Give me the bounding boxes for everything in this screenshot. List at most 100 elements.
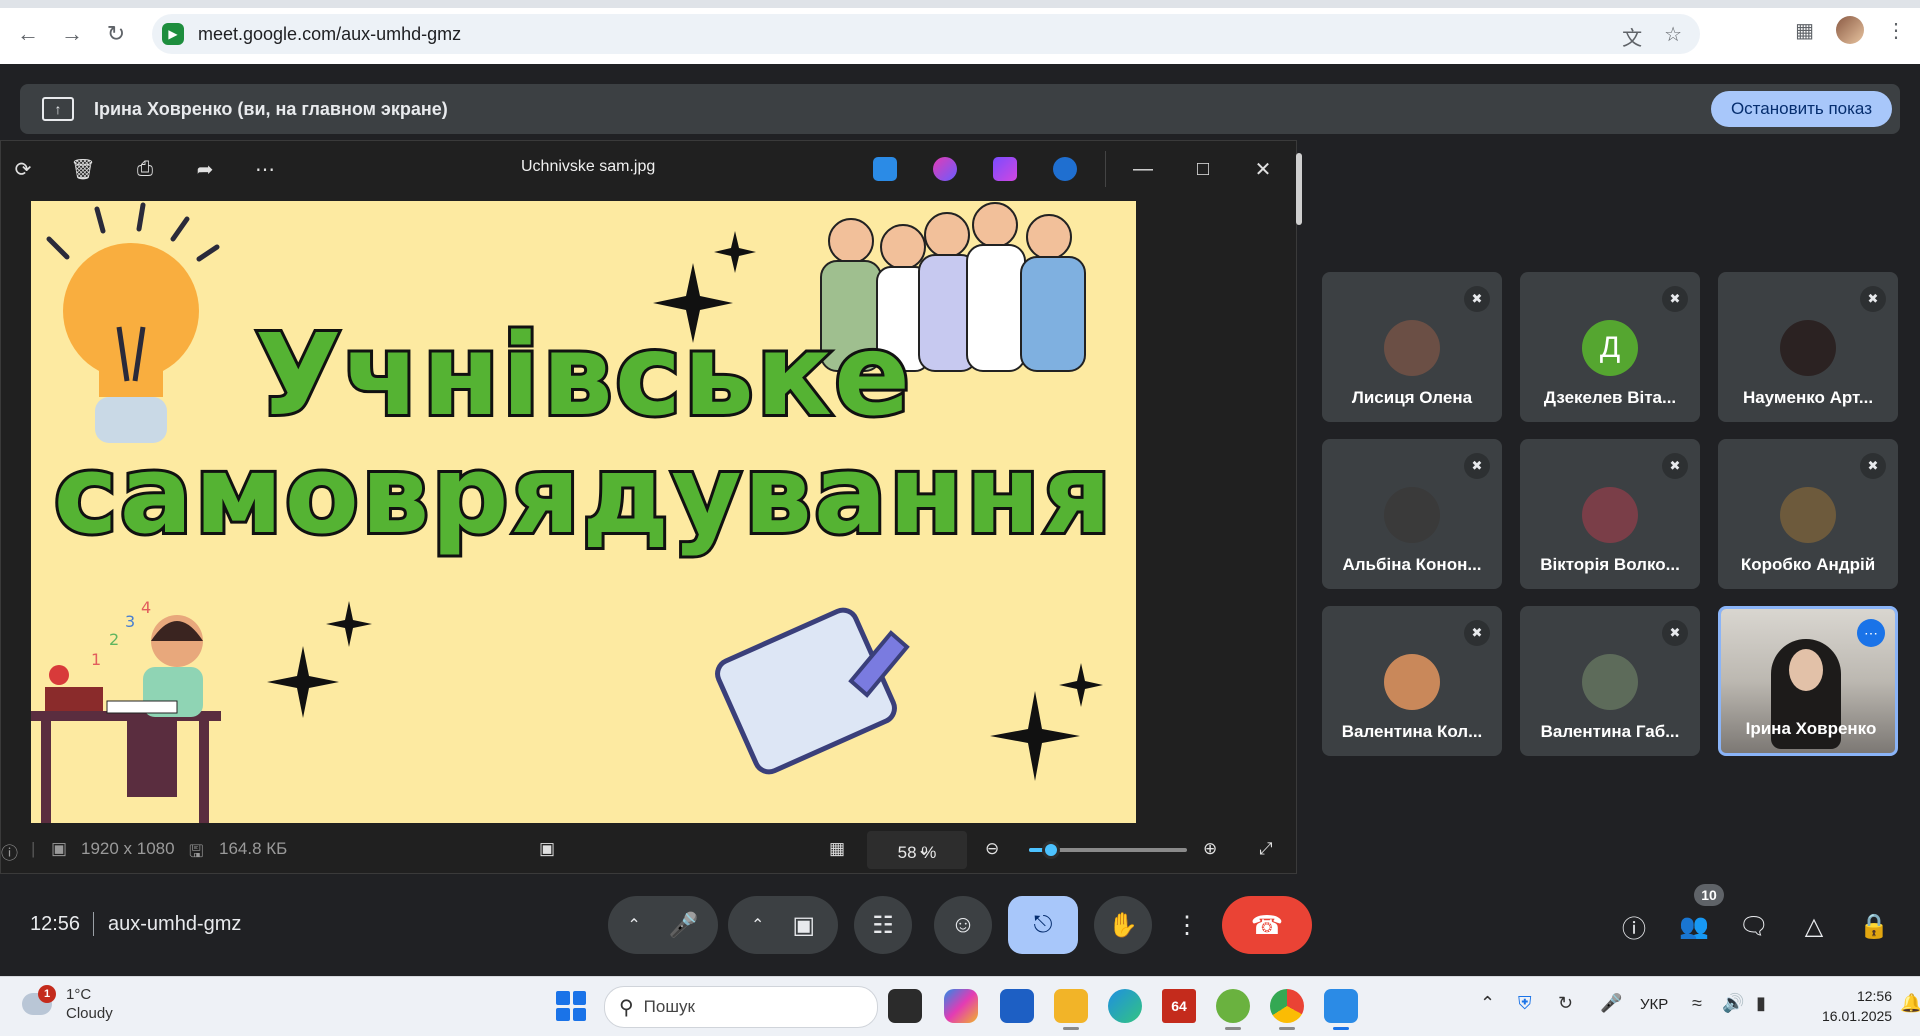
audio-options-chevron-icon[interactable]: ⌃: [627, 915, 640, 935]
url-text[interactable]: meet.google.com/aux-umhd-gmz: [198, 24, 461, 45]
bookmark-star-icon[interactable]: ☆: [1664, 22, 1682, 51]
share-icon[interactable]: ➦: [191, 155, 219, 183]
meeting-info-icon[interactable]: ⓘ: [1618, 910, 1650, 943]
print-icon[interactable]: ⎙: [131, 155, 159, 183]
chat-icon[interactable]: 🗨: [1738, 910, 1770, 942]
active-app-indicator: [1333, 1027, 1349, 1030]
clipchamp-icon[interactable]: [933, 157, 957, 181]
defender-shield-icon[interactable]: ⛨: [1518, 993, 1532, 1014]
file-explorer-icon[interactable]: [1054, 989, 1088, 1023]
zoom-out-icon[interactable]: ⊖: [985, 839, 999, 859]
presenting-text: Ірина Ховренко (ви, на главном экране): [94, 98, 448, 119]
meeting-clock: 12:56: [30, 913, 81, 935]
raise-hand-button[interactable]: ✋: [1094, 896, 1152, 954]
mic-off-icon: ✖: [1662, 453, 1688, 479]
forward-icon[interactable]: →: [54, 16, 90, 52]
input-language[interactable]: УКР: [1640, 996, 1668, 1013]
zoom-slider[interactable]: [1029, 841, 1187, 859]
zoom-in-icon[interactable]: ⊕: [1203, 839, 1217, 859]
file-size: 164.8 КБ: [219, 839, 288, 858]
taskbar-clock[interactable]: 12:56 16.01.2025: [1822, 986, 1892, 1026]
participant-tile[interactable]: ✖ Вікторія Волко...: [1520, 439, 1700, 589]
video-options-chevron-icon[interactable]: ⌃: [751, 915, 764, 935]
participant-tile[interactable]: ✖ Науменко Арт...: [1718, 272, 1898, 422]
taskbar-time: 12:56: [1856, 988, 1892, 1004]
zoom-slider-thumb[interactable]: [1042, 841, 1061, 859]
battery-icon[interactable]: ▮: [1756, 993, 1766, 1014]
toolbar-separator: [1105, 151, 1106, 187]
translate-icon[interactable]: 文: [1622, 22, 1642, 51]
microphone-tray-icon[interactable]: 🎤: [1600, 993, 1622, 1014]
site-info-icon[interactable]: ▶: [162, 23, 184, 45]
participant-name: Валентина Габ...: [1540, 722, 1680, 741]
participant-tile[interactable]: ✖ Валентина Габ...: [1520, 606, 1700, 756]
participant-tile[interactable]: ✖ Д Дзекелев Віта...: [1520, 272, 1700, 422]
participant-tile[interactable]: ✖ Лисиця Олена: [1322, 272, 1502, 422]
copilot-icon[interactable]: [944, 989, 978, 1023]
task-view-icon[interactable]: [888, 989, 922, 1023]
activities-icon[interactable]: △: [1798, 910, 1830, 942]
actual-size-icon[interactable]: ▦: [829, 839, 845, 859]
minimize-icon[interactable]: —: [1129, 155, 1157, 183]
delete-icon[interactable]: 🗑: [69, 155, 97, 183]
windows-taskbar: 1 1°C Cloudy ⚲ Пошук 64 ⌃ ⛨ ↻ 🎤 УКР ≈ 🔊 …: [0, 976, 1920, 1036]
weather-widget[interactable]: 1 1°C Cloudy: [22, 985, 113, 1023]
taskbar-search[interactable]: ⚲ Пошук: [604, 986, 878, 1028]
windows-logo-quad: [572, 991, 586, 1005]
camera-icon[interactable]: ▣: [792, 911, 815, 940]
captions-button[interactable]: ☷: [854, 896, 912, 954]
microphone-icon[interactable]: 🎤: [669, 911, 699, 940]
close-icon[interactable]: ✕: [1249, 155, 1277, 183]
wifi-icon[interactable]: ≈: [1692, 993, 1702, 1014]
stop-presenting-button[interactable]: Остановить показ: [1710, 91, 1892, 127]
participant-tile[interactable]: ✖ Альбіна Конон...: [1322, 439, 1502, 589]
utorrent-icon[interactable]: [1216, 989, 1250, 1023]
focus-select-icon[interactable]: ▣: [539, 839, 555, 859]
image-dimensions-icon: ▣: [51, 839, 68, 858]
self-video-tile[interactable]: ⋯ Ірина Ховренко: [1718, 606, 1898, 756]
viewer-scrollbar[interactable]: [1296, 153, 1302, 225]
start-button[interactable]: [556, 991, 586, 1021]
maximize-icon[interactable]: □: [1189, 155, 1217, 183]
notification-bell-icon[interactable]: 🔔: [1900, 993, 1920, 1014]
running-indicator: [1225, 1027, 1241, 1030]
zoom-dropdown[interactable]: 58 % ⌄: [867, 831, 967, 869]
info-icon[interactable]: ⓘ: [1, 839, 18, 864]
extensions-icon[interactable]: ▦: [1795, 18, 1814, 43]
emoji-button[interactable]: ☺: [934, 896, 992, 954]
participant-tile[interactable]: ✖ Валентина Кол...: [1322, 606, 1502, 756]
edge-icon[interactable]: [1108, 989, 1142, 1023]
more-options-icon[interactable]: ⋯: [1857, 619, 1885, 647]
sync-icon[interactable]: ↻: [1558, 993, 1573, 1014]
rotate-icon[interactable]: ⟳: [9, 155, 37, 183]
search-placeholder: Пошук: [643, 997, 695, 1016]
edit-app-icon[interactable]: [873, 157, 897, 181]
reload-icon[interactable]: ↻: [98, 16, 134, 52]
address-bar[interactable]: ▶ meet.google.com/aux-umhd-gmz 文 ☆: [152, 14, 1700, 54]
people-icon[interactable]: 👥: [1678, 910, 1710, 942]
raise-hand-icon: ✋: [1108, 911, 1138, 939]
microphone-control: ⌃ 🎤: [608, 896, 718, 954]
avatar: [1780, 320, 1836, 376]
photos-icon[interactable]: [1324, 989, 1358, 1023]
running-indicator: [1279, 1027, 1295, 1030]
more-options-button[interactable]: ⋮: [1166, 896, 1208, 954]
participant-tile[interactable]: ✖ Коробко Андрій: [1718, 439, 1898, 589]
fullscreen-icon[interactable]: ⤢: [1259, 839, 1273, 859]
taskbar-date: 16.01.2025: [1822, 1008, 1893, 1024]
present-button[interactable]: ⎋: [1008, 896, 1078, 954]
microsoft-store-icon[interactable]: [1000, 989, 1034, 1023]
profile-avatar[interactable]: [1836, 16, 1864, 44]
mic-off-icon: ✖: [1662, 620, 1688, 646]
leave-call-button[interactable]: ☎: [1222, 896, 1312, 954]
back-icon[interactable]: ←: [10, 16, 46, 52]
volume-icon[interactable]: 🔊: [1722, 993, 1744, 1014]
chrome-icon[interactable]: [1270, 989, 1304, 1023]
chrome-menu-icon[interactable]: ⋮: [1886, 18, 1906, 43]
designer-icon[interactable]: [993, 157, 1017, 181]
app-64-icon[interactable]: 64: [1162, 989, 1196, 1023]
show-hidden-icons-chevron-icon[interactable]: ⌃: [1480, 993, 1495, 1014]
onedrive-icon[interactable]: [1053, 157, 1077, 181]
host-controls-icon[interactable]: 🔒: [1858, 910, 1890, 942]
more-icon[interactable]: ⋯: [251, 155, 279, 183]
